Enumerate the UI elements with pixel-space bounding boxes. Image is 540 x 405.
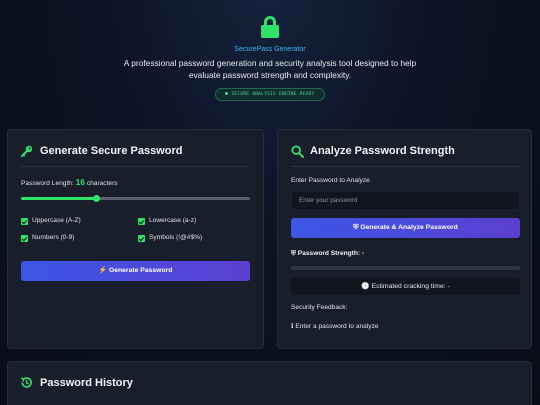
analyze-divider xyxy=(291,166,520,167)
bolt-icon: ⚡ xyxy=(98,267,108,274)
password-input[interactable]: Enter your password xyxy=(291,191,520,210)
length-label-row: Password Length: 16 characters xyxy=(21,177,118,187)
slider-thumb[interactable] xyxy=(93,195,101,202)
crack-time-text: Estimated cracking time: - xyxy=(371,283,450,290)
analyze-button-label: Generate & Analyze Password xyxy=(360,224,458,231)
lock-icon xyxy=(261,16,279,38)
slider-fill xyxy=(21,197,97,200)
password-input-placeholder: Enter your password xyxy=(299,197,358,204)
crack-time-box: 🕓 Estimated cracking time: - xyxy=(291,278,520,295)
analyze-title: Analyze Password Strength xyxy=(310,145,455,157)
lowercase-checkbox[interactable] xyxy=(138,218,145,225)
shield-small-icon: ⛨ xyxy=(291,250,296,257)
generate-button[interactable]: ⚡ Generate Password xyxy=(21,261,250,281)
length-unit: characters xyxy=(86,180,118,187)
strength-meter xyxy=(291,266,520,270)
generate-card: Generate Secure Password Password Length… xyxy=(7,129,264,349)
lowercase-label: Lowercase (a-z) xyxy=(149,217,197,224)
history-title: Password History xyxy=(40,377,133,389)
history-card: Password History xyxy=(7,361,532,405)
symbols-checkbox[interactable] xyxy=(138,235,145,242)
app-name: SecurePass Generator xyxy=(234,46,306,53)
feedback-item: ℹ Enter a password to analyze xyxy=(291,322,379,330)
generate-divider xyxy=(20,166,250,167)
shield-icon: ⛨ xyxy=(353,224,359,231)
numbers-label: Numbers (0-9) xyxy=(32,234,75,241)
search-icon xyxy=(291,145,304,158)
length-value: 16 xyxy=(75,177,85,187)
feedback-text: Enter a password to analyze xyxy=(295,323,379,330)
uppercase-label: Uppercase (A-Z) xyxy=(32,217,81,224)
status-badge: SECURE ANALYSIS ENGINE READY xyxy=(215,88,325,101)
strength-row: ⛨ Password Strength: - xyxy=(291,250,364,258)
numbers-checkbox[interactable] xyxy=(21,235,28,242)
analyze-input-label: Enter Password to Analyze xyxy=(291,177,370,184)
status-text: SECURE ANALYSIS ENGINE READY xyxy=(231,92,315,97)
uppercase-checkbox[interactable] xyxy=(21,218,28,225)
generate-button-label: Generate Password xyxy=(108,267,173,274)
length-slider[interactable] xyxy=(21,195,250,202)
generate-title: Generate Secure Password xyxy=(40,145,183,157)
status-dot-icon xyxy=(225,92,229,95)
strength-label: Password Strength: - xyxy=(297,250,365,257)
length-label: Password Length: xyxy=(21,180,74,187)
app-description: A professional password generation and s… xyxy=(123,58,417,80)
history-icon xyxy=(20,377,32,388)
key-icon xyxy=(21,145,33,157)
symbols-label: Symbols (!@#$%) xyxy=(149,234,203,241)
analyze-card: Analyze Password Strength Enter Password… xyxy=(277,129,532,349)
clock-icon: 🕓 xyxy=(361,283,370,290)
analyze-button[interactable]: ⛨ Generate & Analyze Password xyxy=(291,218,520,238)
feedback-label: Security Feedback: xyxy=(291,304,348,311)
info-icon: ℹ xyxy=(291,323,294,330)
